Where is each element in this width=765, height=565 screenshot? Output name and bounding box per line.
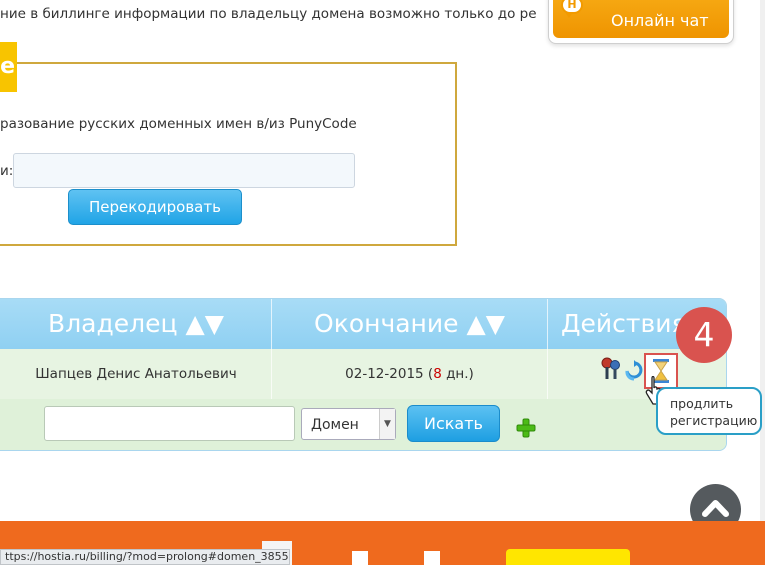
status-bar-url: ttps://hostia.ru/billing/?mod=prolong#do… — [0, 549, 290, 565]
column-separator — [547, 299, 548, 399]
footer-checkbox[interactable] — [424, 551, 440, 565]
punycode-field-label: и: — [0, 163, 14, 179]
tooltip-line-2: регистрацию — [670, 413, 758, 428]
online-chat-widget[interactable]: H Онлайн чат — [548, 0, 734, 44]
tooltip-line-1: продлить — [670, 396, 734, 411]
search-type-select[interactable]: Домен ▼ — [301, 408, 396, 440]
owner-cell: Шапцев Денис Анатольевич — [35, 366, 237, 382]
column-header-expiry[interactable]: Окончание ▲▼ — [272, 299, 547, 349]
footer-checkbox[interactable] — [352, 551, 368, 565]
expiry-days-close: дн.) — [441, 366, 474, 382]
search-button[interactable]: Искать — [407, 405, 500, 442]
online-chat-button[interactable]: H Онлайн чат — [553, 0, 729, 38]
page-scrollbar[interactable] — [760, 0, 765, 521]
chat-bubble-icon: H — [561, 0, 583, 18]
column-header-owner[interactable]: Владелец ▲▼ — [1, 299, 271, 349]
footer-yellow-button[interactable] — [506, 549, 630, 565]
refresh-icon[interactable] — [624, 360, 644, 382]
prolong-tooltip: продлить регистрацию — [656, 387, 762, 435]
online-chat-label: Онлайн чат — [611, 11, 709, 30]
search-type-value: Домен — [311, 417, 359, 433]
chevron-down-icon: ▼ — [379, 409, 395, 439]
punycode-input[interactable] — [13, 153, 355, 188]
billing-note: ние в биллинге информации по владельцу д… — [0, 6, 537, 22]
expiry-cell: 02-12-2015 (8 дн.) — [272, 349, 547, 399]
recode-button[interactable]: Перекодировать — [68, 189, 242, 225]
expiry-days-open: ( — [423, 366, 434, 382]
expiry-date: 02-12-2015 — [345, 366, 424, 382]
expiry-days-count: 8 — [433, 366, 442, 382]
punycode-description: разование русских доменных имен в/из Pun… — [0, 116, 357, 132]
domain-search-input[interactable] — [44, 406, 295, 441]
keys-icon[interactable] — [600, 356, 622, 382]
punycode-panel-tab: е — [0, 42, 17, 92]
add-plus-icon[interactable] — [516, 418, 536, 438]
step-badge: 4 — [676, 307, 732, 363]
